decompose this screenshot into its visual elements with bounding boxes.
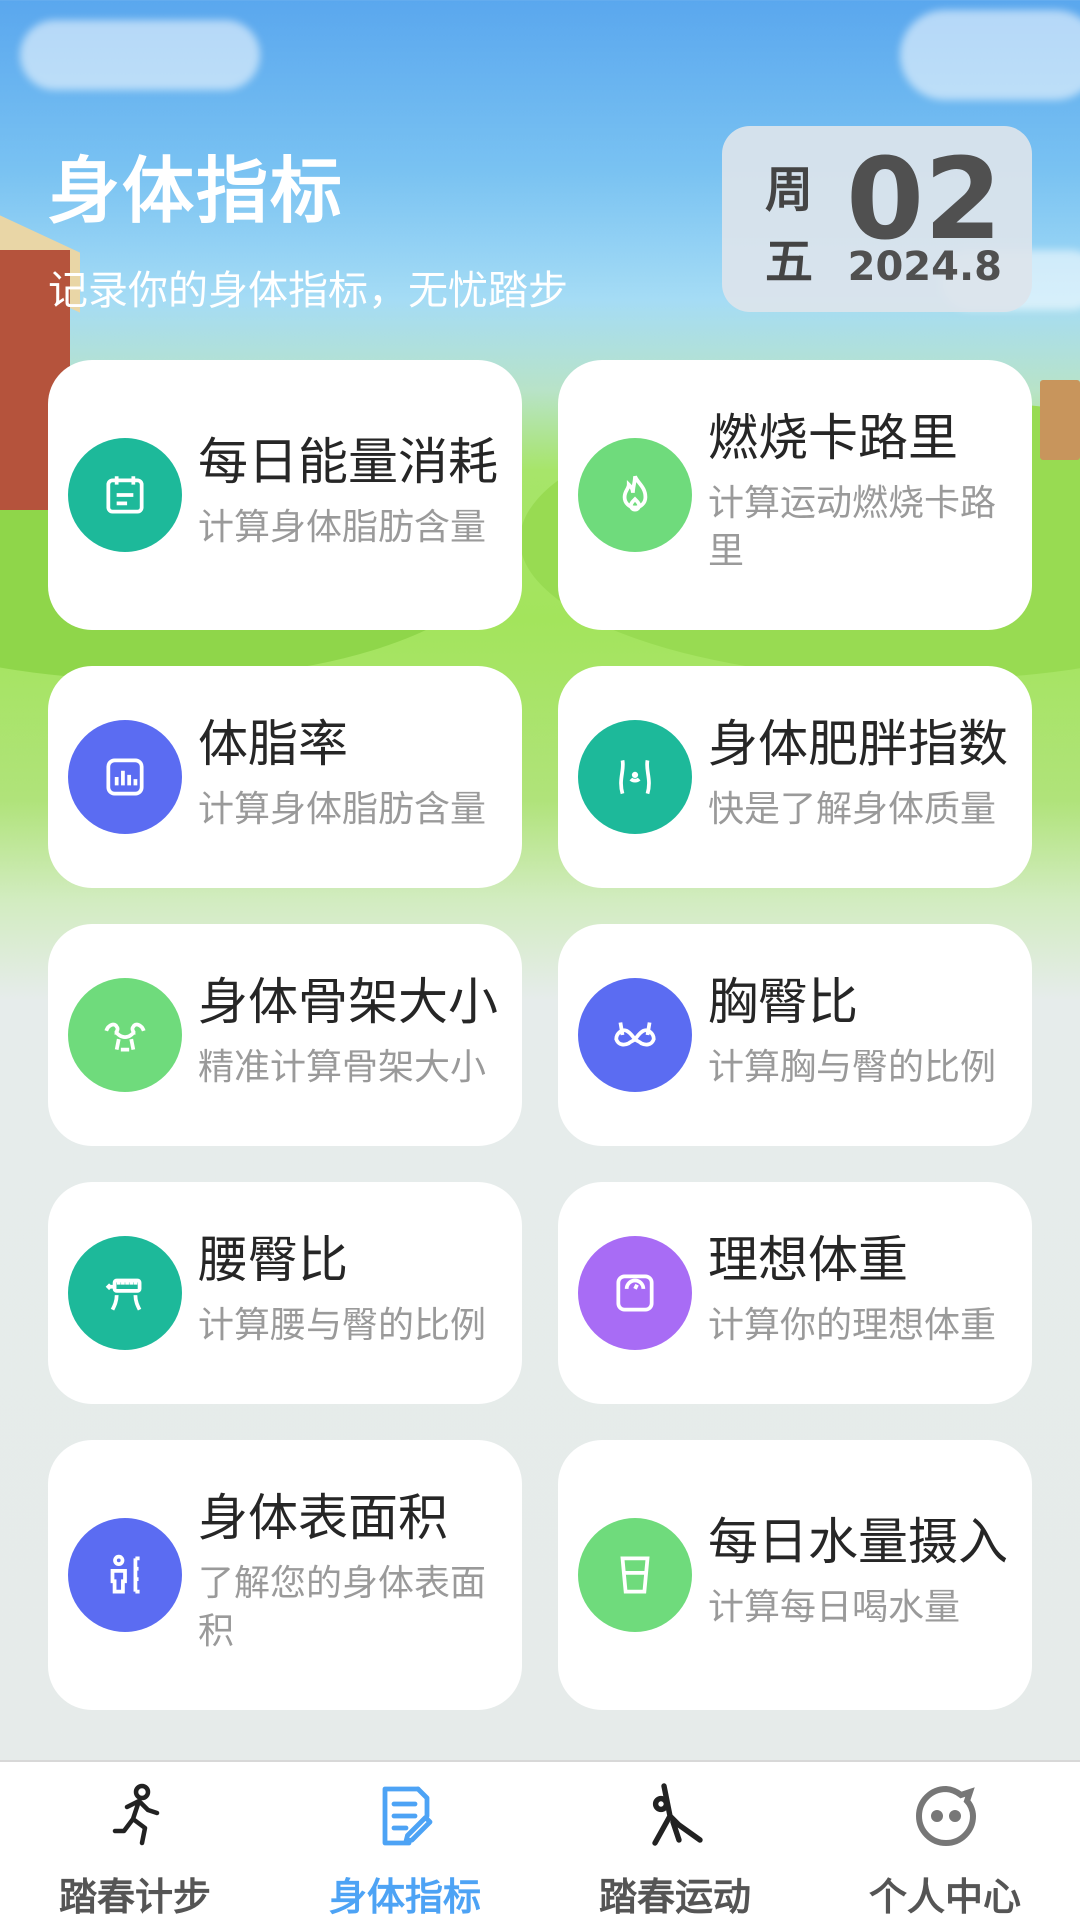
tab-label: 个人中心 [868,1875,1021,1919]
card-body-frame-size[interactable]: 身体骨架大小 精准计算骨架大小 [48,924,522,1146]
page-subtitle: 记录你的身体指标，无忧踏步 [48,268,568,314]
card-desc: 快是了解身体质量 [708,789,997,830]
bottom-tab-bar: 踏春计步 身体指标 踏春运动 个人中心 [0,1760,1080,1920]
card-title: 身体骨架大小 [198,973,498,1031]
tab-step-counter[interactable]: 踏春计步 [0,1762,270,1920]
yoga-icon [640,1780,712,1852]
card-title: 理想体重 [708,1231,908,1289]
card-desc: 计算胸与臀的比例 [708,1047,997,1088]
card-desc: 计算你的理想体重 [708,1305,997,1346]
card-desc: 计算身体脂肪含量 [198,507,487,548]
tab-body-metrics[interactable]: 身体指标 [270,1762,540,1920]
card-desc: 计算运动燃烧卡路里 [708,483,997,572]
card-desc: 精准计算骨架大小 [198,1047,487,1088]
date-widget: 周五 02 2024.8 [722,126,1032,312]
tab-label: 踏春运动 [598,1875,751,1919]
bra-icon [578,978,692,1092]
card-desc: 计算身体脂肪含量 [198,789,487,830]
weekday-label: 周五 [764,162,813,290]
tab-label: 踏春计步 [58,1875,211,1919]
tab-outdoor-exercise[interactable]: 踏春运动 [540,1762,810,1920]
page-title: 身体指标 [48,149,345,233]
card-chest-hip-ratio[interactable]: 胸臀比 计算胸与臀的比例 [558,924,1032,1146]
document-edit-icon [370,1780,442,1852]
waist-icon [578,720,692,834]
flame-icon [578,438,692,552]
bar-chart-icon [68,720,182,834]
card-daily-water-intake[interactable]: 每日水量摄入 计算每日喝水量 [558,1440,1032,1710]
card-body-obesity-index[interactable]: 身体肥胖指数 快是了解身体质量 [558,666,1032,888]
card-waist-hip-ratio[interactable]: 腰臀比 计算腰与臀的比例 [48,1182,522,1404]
card-burn-calories[interactable]: 燃烧卡路里 计算运动燃烧卡路里 [558,360,1032,630]
card-desc: 了解您的身体表面积 [198,1563,487,1652]
card-daily-energy[interactable]: 每日能量消耗 计算身体脂肪含量 [48,360,522,630]
day-number: 02 [846,135,1002,265]
smiley-icon [910,1780,982,1852]
tab-label: 身体指标 [328,1875,481,1919]
card-desc: 计算腰与臀的比例 [198,1305,487,1346]
body-height-icon [68,1518,182,1632]
card-title: 体脂率 [198,715,348,773]
calendar-icon [68,438,182,552]
card-title: 身体表面积 [198,1489,448,1547]
card-title: 胸臀比 [708,973,858,1031]
year-month-label: 2024.8 [847,244,1002,290]
card-ideal-weight[interactable]: 理想体重 计算你的理想体重 [558,1182,1032,1404]
muscle-icon [68,978,182,1092]
card-body-fat-rate[interactable]: 体脂率 计算身体脂肪含量 [48,666,522,888]
card-body-surface-area[interactable]: 身体表面积 了解您的身体表面积 [48,1440,522,1710]
tab-profile[interactable]: 个人中心 [810,1762,1080,1920]
scale-icon [578,1236,692,1350]
running-icon [100,1780,172,1852]
card-title: 每日能量消耗 [198,433,498,491]
card-title: 燃烧卡路里 [708,409,958,467]
card-title: 每日水量摄入 [708,1513,1008,1571]
tape-measure-icon [68,1236,182,1350]
card-title: 腰臀比 [198,1231,348,1289]
water-cup-icon [578,1518,692,1632]
card-desc: 计算每日喝水量 [708,1587,961,1628]
card-title: 身体肥胖指数 [708,715,1008,773]
